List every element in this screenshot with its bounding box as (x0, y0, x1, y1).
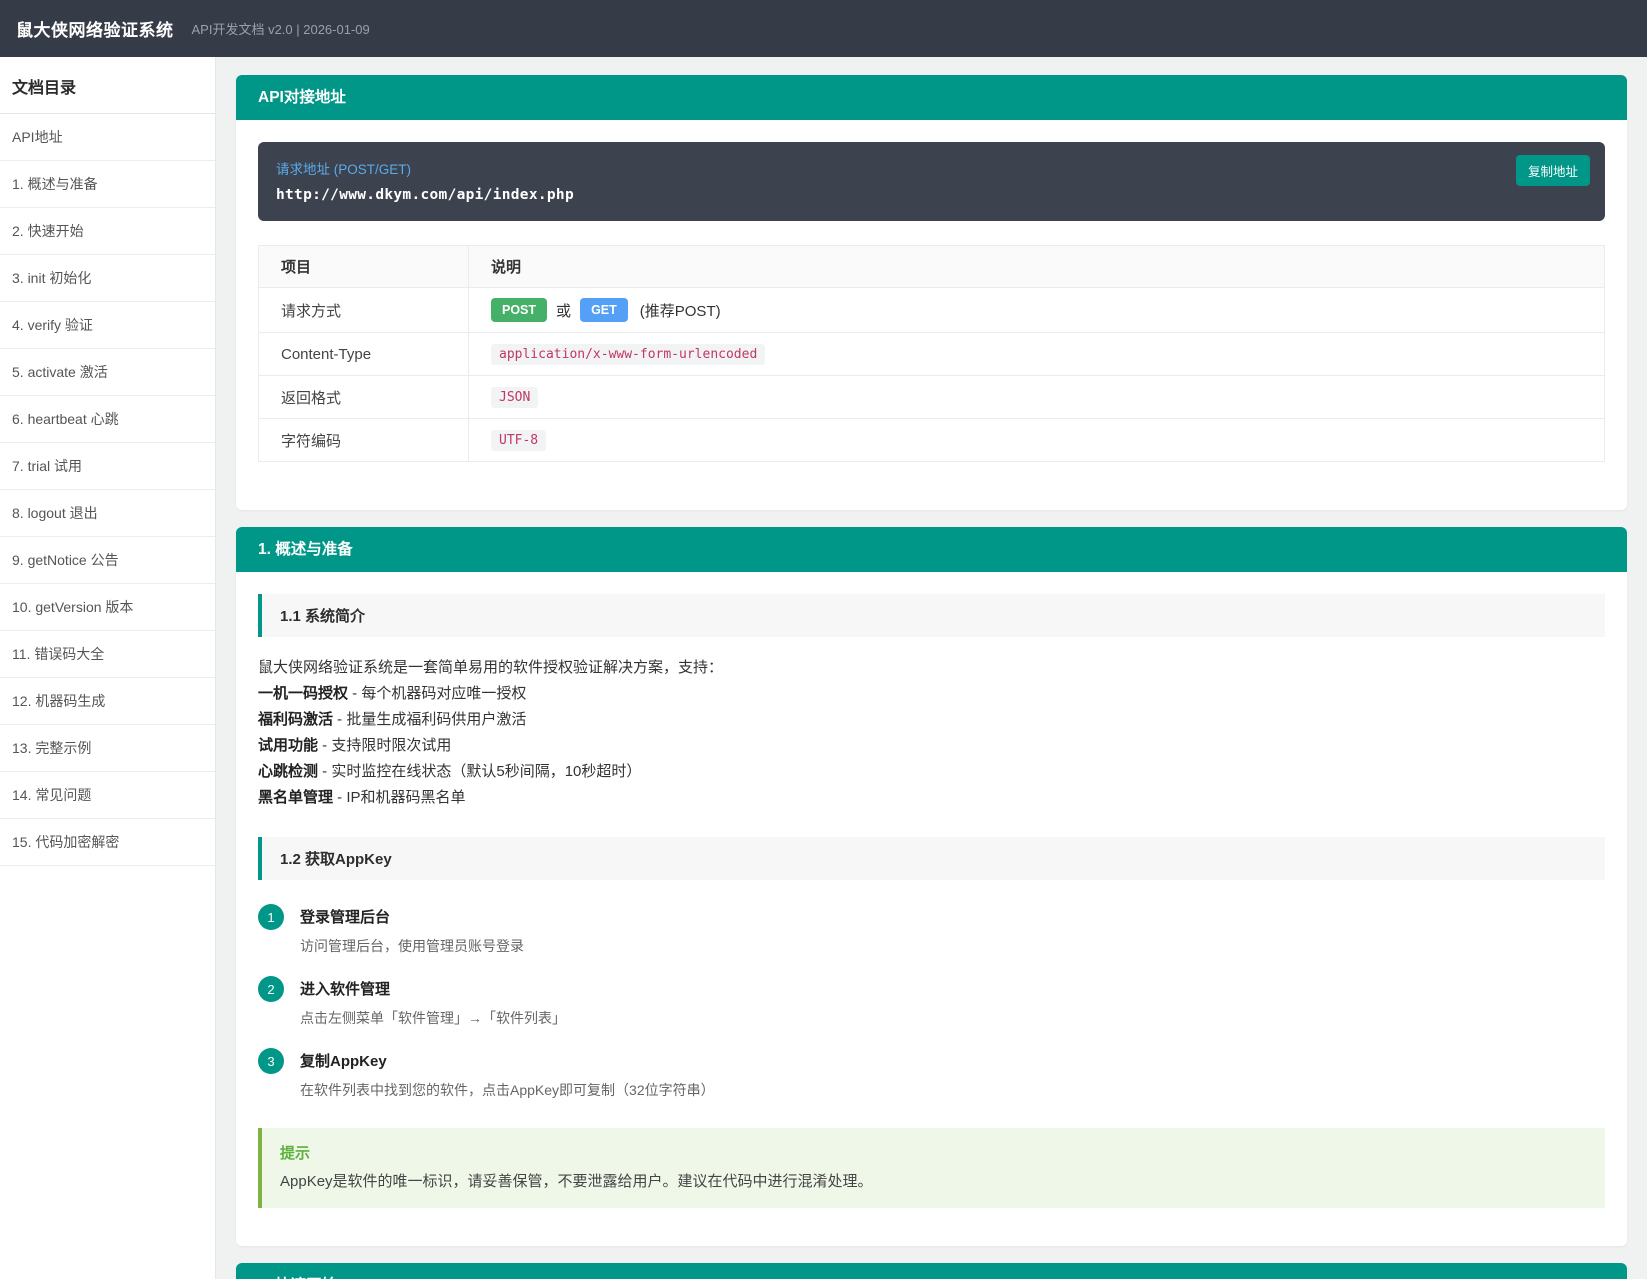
row-value: application/x-www-form-urlencoded (469, 333, 1605, 376)
sidebar-item[interactable]: 13. 完整示例 (0, 725, 215, 772)
sidebar-nav: API地址1. 概述与准备2. 快速开始3. init 初始化4. verify… (0, 114, 215, 866)
appkey-step: 1 登录管理后台访问管理后台，使用管理员账号登录 (258, 902, 1605, 956)
section-quickstart: 2. 快速开始 (236, 1263, 1627, 1279)
section-api-address: API对接地址 复制地址 请求地址 (POST/GET) http://www.… (236, 75, 1627, 510)
table-row: 请求方式 POST 或 GET (推荐POST) (259, 288, 1605, 333)
feature-name: 福利码激活 (258, 711, 333, 728)
sidebar-item[interactable]: 12. 机器码生成 (0, 678, 215, 725)
column-header-item: 项目 (259, 246, 469, 288)
section-header-quickstart: 2. 快速开始 (236, 1263, 1627, 1279)
feature-line: 心跳检测 - 实时监控在线状态（默认5秒间隔，10秒超时） (258, 759, 1605, 785)
main-content: API对接地址 复制地址 请求地址 (POST/GET) http://www.… (216, 57, 1647, 1279)
sidebar-item[interactable]: 4. verify 验证 (0, 302, 215, 349)
sidebar-item[interactable]: 9. getNotice 公告 (0, 537, 215, 584)
section-header-api-address: API对接地址 (236, 75, 1627, 120)
step-body: 复制AppKey 在软件列表中找到您的软件，点击AppKey即可复制（32位字符串… (300, 1046, 715, 1100)
sidebar-item[interactable]: API地址 (0, 114, 215, 161)
app-header: 鼠大侠网络验证系统 API开发文档 v2.0 | 2026-01-09 (0, 0, 1647, 57)
app-subtitle: API开发文档 v2.0 | 2026-01-09 (192, 19, 370, 38)
overview-intro-text: 鼠大侠网络验证系统是一套简单易用的软件授权验证解决方案，支持： (258, 655, 1605, 681)
feature-name: 试用功能 (258, 737, 318, 754)
get-badge: GET (580, 298, 628, 322)
sidebar-heading: 文档目录 (0, 57, 215, 114)
step-description: 访问管理后台，使用管理员账号登录 (300, 937, 524, 956)
row-label: 字符编码 (259, 419, 469, 462)
request-url-label: 请求地址 (POST/GET) (276, 158, 1587, 178)
api-info-table: 项目 说明 请求方式 POST 或 GET (推荐POST) Content-Type ap… (258, 245, 1605, 462)
sidebar-item[interactable]: 1. 概述与准备 (0, 161, 215, 208)
row-value: UTF-8 (469, 419, 1605, 462)
row-label: Content-Type (259, 333, 469, 376)
sidebar-item[interactable]: 6. heartbeat 心跳 (0, 396, 215, 443)
feature-name: 心跳检测 (258, 763, 318, 780)
step-description: 在软件列表中找到您的软件，点击AppKey即可复制（32位字符串） (300, 1081, 715, 1100)
subsection-get-appkey: 1.2 获取AppKey (258, 837, 1605, 880)
sidebar-item[interactable]: 14. 常见问题 (0, 772, 215, 819)
sidebar-item[interactable]: 2. 快速开始 (0, 208, 215, 255)
section-overview: 1. 概述与准备 1.1 系统简介 鼠大侠网络验证系统是一套简单易用的软件授权验… (236, 527, 1627, 1246)
sidebar-item[interactable]: 7. trial 试用 (0, 443, 215, 490)
api-url-block: 复制地址 请求地址 (POST/GET) http://www.dkym.com… (258, 142, 1605, 221)
step-body: 登录管理后台访问管理后台，使用管理员账号登录 (300, 902, 524, 956)
sidebar-item[interactable]: 3. init 初始化 (0, 255, 215, 302)
step-number-badge: 1 (258, 904, 284, 930)
badge-separator: 或 (556, 303, 571, 320)
sidebar: 文档目录 API地址1. 概述与准备2. 快速开始3. init 初始化4. v… (0, 57, 216, 1279)
api-address-body: 复制地址 请求地址 (POST/GET) http://www.dkym.com… (236, 120, 1627, 510)
column-header-description: 说明 (469, 246, 1605, 288)
step-description: 点击左侧菜单「软件管理」→「软件列表」 (300, 1009, 566, 1028)
subsection-system-intro: 1.1 系统简介 (258, 594, 1605, 637)
appkey-step: 3 复制AppKey 在软件列表中找到您的软件，点击AppKey即可复制（32位字符… (258, 1046, 1605, 1100)
sidebar-item[interactable]: 11. 错误码大全 (0, 631, 215, 678)
sidebar-item[interactable]: 10. getVersion 版本 (0, 584, 215, 631)
step-title: 进入软件管理 (300, 978, 566, 999)
tip-box: 提示 AppKey是软件的唯一标识，请妥善保管，不要泄露给用户。建议在代码中进行… (258, 1128, 1605, 1208)
inline-code-value: UTF-8 (491, 430, 546, 451)
inline-code-value: application/x-www-form-urlencoded (491, 344, 765, 365)
row-label: 返回格式 (259, 376, 469, 419)
feature-list: 一机一码授权 - 每个机器码对应唯一授权福利码激活 - 批量生成福利码供用户激活… (258, 681, 1605, 811)
feature-name: 黑名单管理 (258, 789, 333, 806)
table-row: 字符编码 UTF-8 (259, 419, 1605, 462)
sidebar-item[interactable]: 5. activate 激活 (0, 349, 215, 396)
row-value: POST 或 GET (推荐POST) (469, 288, 1605, 333)
feature-line: 一机一码授权 - 每个机器码对应唯一授权 (258, 681, 1605, 707)
feature-line: 黑名单管理 - IP和机器码黑名单 (258, 785, 1605, 811)
step-title: 复制AppKey (300, 1050, 715, 1071)
app-title: 鼠大侠网络验证系统 (16, 16, 174, 41)
feature-line: 福利码激活 - 批量生成福利码供用户激活 (258, 707, 1605, 733)
feature-line: 试用功能 - 支持限时限次试用 (258, 733, 1605, 759)
sidebar-item[interactable]: 15. 代码加密解密 (0, 819, 215, 866)
step-number-badge: 2 (258, 976, 284, 1002)
table-row: Content-Type application/x-www-form-urlen… (259, 333, 1605, 376)
table-row: 返回格式 JSON (259, 376, 1605, 419)
row-value: JSON (469, 376, 1605, 419)
appkey-steps: 1 登录管理后台访问管理后台，使用管理员账号登录 2 进入软件管理点击左侧菜单「软件管… (258, 902, 1605, 1100)
tip-title: 提示 (280, 1142, 1587, 1163)
overview-body: 1.1 系统简介 鼠大侠网络验证系统是一套简单易用的软件授权验证解决方案，支持：… (236, 572, 1627, 1246)
inline-code-value: JSON (491, 387, 538, 408)
sidebar-item[interactable]: 8. logout 退出 (0, 490, 215, 537)
api-url-text: http://www.dkym.com/api/index.php (276, 187, 1587, 203)
copy-address-button[interactable]: 复制地址 (1516, 155, 1590, 186)
tip-text: AppKey是软件的唯一标识，请妥善保管，不要泄露给用户。建议在代码中进行混淆处… (280, 1171, 1587, 1192)
appkey-step: 2 进入软件管理点击左侧菜单「软件管理」→「软件列表」 (258, 974, 1605, 1028)
step-number-badge: 3 (258, 1048, 284, 1074)
feature-name: 一机一码授权 (258, 685, 348, 702)
section-header-overview: 1. 概述与准备 (236, 527, 1627, 572)
step-body: 进入软件管理点击左侧菜单「软件管理」→「软件列表」 (300, 974, 566, 1028)
method-note: (推荐POST) (640, 303, 721, 320)
row-label: 请求方式 (259, 288, 469, 333)
post-badge: POST (491, 298, 547, 322)
table-header-row: 项目 说明 (259, 246, 1605, 288)
step-title: 登录管理后台 (300, 906, 524, 927)
